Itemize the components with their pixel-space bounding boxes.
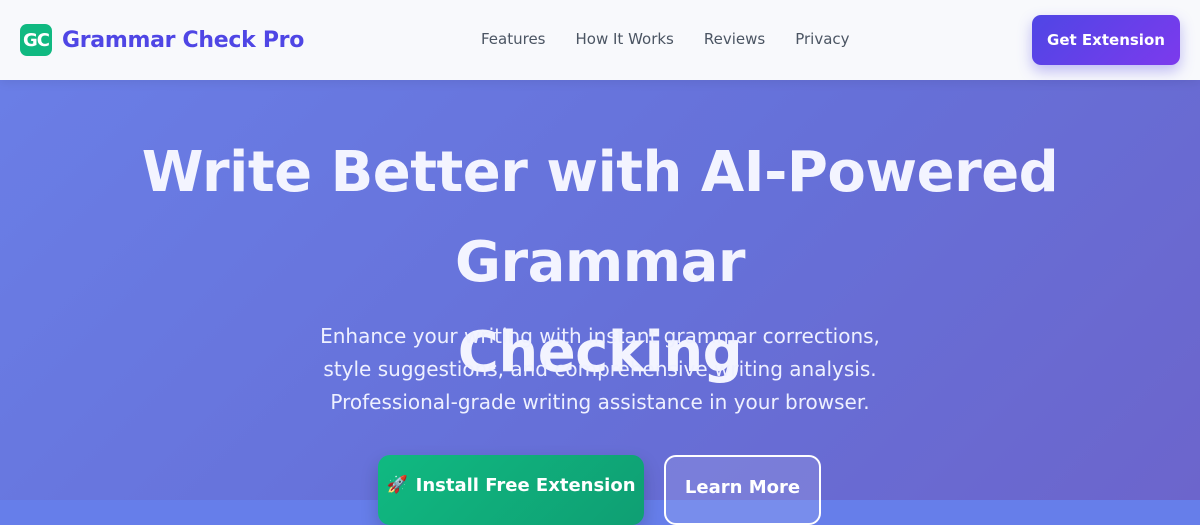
nav-link-privacy[interactable]: Privacy	[795, 30, 849, 48]
brand-name: Grammar Check Pro	[62, 27, 305, 53]
top-navbar: GC Grammar Check Pro Features How It Wor…	[0, 0, 1200, 80]
hero-subtitle: Enhance your writing with instant gramma…	[320, 324, 880, 414]
rocket-icon: 🚀	[386, 475, 408, 495]
brand[interactable]: GC Grammar Check Pro	[20, 24, 304, 56]
nav-link-how-it-works[interactable]: How It Works	[576, 30, 674, 48]
nav-links: Features How It Works Reviews Privacy	[481, 30, 880, 48]
hero-title-line-1: Write Better with AI-Powered Grammar	[141, 140, 1059, 295]
nav-link-reviews[interactable]: Reviews	[704, 30, 765, 48]
install-extension-label: Install Free Extension	[415, 475, 636, 496]
learn-more-button[interactable]: Learn More	[664, 455, 821, 525]
nav-link-features[interactable]: Features	[481, 30, 546, 48]
brand-logo-icon: GC	[20, 24, 52, 56]
get-extension-button[interactable]: Get Extension	[1032, 15, 1180, 65]
learn-more-label: Learn More	[684, 477, 801, 498]
install-extension-button[interactable]: 🚀 Install Free Extension	[378, 455, 644, 525]
hero-section: Write Better with AI-Powered Grammar Che…	[0, 80, 1200, 525]
